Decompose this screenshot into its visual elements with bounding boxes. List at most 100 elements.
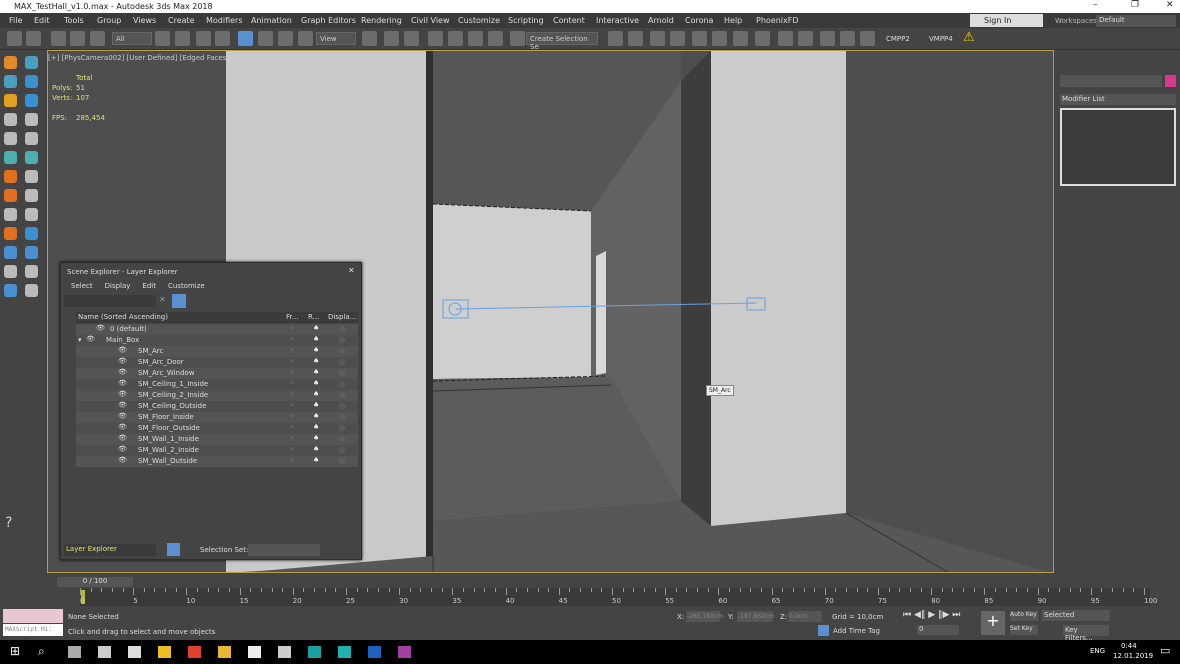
toolbar-tool-icon[interactable] xyxy=(51,31,66,46)
search-icon[interactable]: ⌕ xyxy=(38,644,45,659)
freeze-icon[interactable]: * xyxy=(290,358,294,366)
command-tool-icon[interactable] xyxy=(4,189,17,202)
taskbar-app-icon[interactable] xyxy=(278,646,291,658)
render-teapot-icon[interactable]: ♠ xyxy=(313,346,319,354)
clear-search-icon[interactable]: ✕ xyxy=(159,295,166,304)
toolbar-tool-icon[interactable] xyxy=(510,31,525,46)
language-indicator[interactable]: ENG xyxy=(1090,647,1105,655)
freeze-icon[interactable]: * xyxy=(290,391,294,399)
freeze-icon[interactable]: * xyxy=(290,402,294,410)
menu-edit[interactable]: Edit xyxy=(34,16,50,25)
render-teapot-icon[interactable]: ♠ xyxy=(313,390,319,398)
menu-animation[interactable]: Animation xyxy=(251,16,292,25)
visibility-eye-icon[interactable]: 👁 xyxy=(118,434,127,442)
display-icon[interactable]: ◎ xyxy=(339,369,345,377)
visibility-eye-icon[interactable]: 👁 xyxy=(118,412,127,420)
notifications-icon[interactable]: ▭ xyxy=(1160,644,1170,657)
toolbar-tool-icon[interactable] xyxy=(692,31,707,46)
taskbar-app-icon[interactable] xyxy=(218,646,231,658)
freeze-icon[interactable]: * xyxy=(290,457,294,465)
column-render[interactable]: R... xyxy=(308,313,319,321)
toolbar-tool-icon[interactable] xyxy=(468,31,483,46)
display-icon[interactable]: ◎ xyxy=(339,424,345,432)
menu-arnold[interactable]: Arnold xyxy=(648,16,674,25)
command-tool-icon[interactable] xyxy=(25,151,38,164)
layer-row[interactable]: 👁 SM_Ceiling_2_Inside * ♠ ◎ xyxy=(76,390,358,401)
command-tool-icon[interactable] xyxy=(4,113,17,126)
command-tool-icon[interactable] xyxy=(4,56,17,69)
named-selection-dropdown[interactable]: Create Selection Se xyxy=(526,32,598,51)
render-teapot-icon[interactable]: ♠ xyxy=(313,368,319,376)
key-filters-button[interactable]: Key Filters... xyxy=(1063,625,1109,642)
toolbar-tool-icon[interactable] xyxy=(448,31,463,46)
menu-interactive[interactable]: Interactive xyxy=(596,16,639,25)
taskbar-app-icon[interactable] xyxy=(98,646,111,658)
track-bar[interactable]: 0 5 10 15 20 25 30 35 40 45 50 55 60 65 70 75 80 85 90 95 10… xyxy=(80,588,1157,606)
minimize-button[interactable]: – xyxy=(1093,0,1098,10)
command-tool-icon[interactable] xyxy=(25,75,38,88)
explorer-menu-customize[interactable]: Customize xyxy=(168,282,205,290)
render-teapot-icon[interactable]: ♠ xyxy=(313,434,319,442)
taskbar-app-icon[interactable] xyxy=(368,646,381,658)
toolbar-tool-icon[interactable] xyxy=(798,31,813,46)
render-teapot-icon[interactable]: ♠ xyxy=(313,423,319,431)
reference-coordinate-dropdown[interactable]: View xyxy=(316,32,356,45)
restore-button[interactable]: ❐ xyxy=(1131,0,1139,10)
workspace-dropdown[interactable]: Default xyxy=(1096,15,1176,27)
command-tool-icon[interactable] xyxy=(25,246,38,259)
set-key-button[interactable]: Set Key xyxy=(1010,625,1038,635)
layer-row[interactable]: 👁 SM_Wall_1_Inside * ♠ ◎ xyxy=(76,434,358,445)
start-icon[interactable]: ⊞ xyxy=(10,644,20,658)
command-tool-icon[interactable] xyxy=(25,265,38,278)
taskbar-app-icon[interactable] xyxy=(188,646,201,658)
maxscript-mini-input[interactable]: MAXScript Mi: xyxy=(3,624,63,636)
layer-row[interactable]: 👁 SM_Wall_Outside * ♠ ◎ xyxy=(76,456,358,467)
freeze-icon[interactable]: * xyxy=(290,424,294,432)
layer-row[interactable]: 👁 SM_Floor_Inside * ♠ ◎ xyxy=(76,412,358,423)
command-tool-icon[interactable] xyxy=(25,227,38,240)
command-tool-icon[interactable] xyxy=(25,113,38,126)
display-icon[interactable]: ◎ xyxy=(339,325,345,333)
display-icon[interactable]: ◎ xyxy=(339,457,345,465)
explorer-menu-edit[interactable]: Edit xyxy=(142,282,156,290)
menu-civil-view[interactable]: Civil View xyxy=(411,16,450,25)
command-tool-icon[interactable] xyxy=(4,227,17,240)
render-teapot-icon[interactable]: ♠ xyxy=(313,401,319,409)
menu-customize[interactable]: Customize xyxy=(458,16,500,25)
toolbar-tool-icon[interactable] xyxy=(860,31,875,46)
visibility-eye-icon[interactable]: 👁 xyxy=(118,423,127,431)
freeze-icon[interactable]: * xyxy=(290,336,294,344)
selection-filter-dropdown[interactable]: All xyxy=(112,32,152,45)
display-icon[interactable]: ◎ xyxy=(339,435,345,443)
clock-time[interactable]: 0:44 xyxy=(1121,642,1137,650)
expand-arrow-icon[interactable]: ▾ xyxy=(78,336,82,344)
layer-row[interactable]: 👁 SM_Ceiling_Outside * ♠ ◎ xyxy=(76,401,358,412)
toolbar-tool-icon[interactable] xyxy=(70,31,85,46)
menu-corona[interactable]: Corona xyxy=(685,16,713,25)
menu-file[interactable]: File xyxy=(9,16,22,25)
set-key-icon[interactable]: + xyxy=(981,611,1005,635)
layer-explorer-icon[interactable] xyxy=(167,543,180,556)
clock-date[interactable]: 12.01.2019 xyxy=(1113,652,1153,660)
toolbar-tool-icon[interactable] xyxy=(26,31,41,46)
selection-set-dropdown[interactable] xyxy=(248,544,320,556)
command-tool-icon[interactable] xyxy=(4,94,17,107)
layer-row[interactable]: ▾ 👁 Main_Box * ♠ ◎ xyxy=(76,335,358,346)
toolbar-tool-icon[interactable] xyxy=(155,31,170,46)
toolbar-tool-icon[interactable] xyxy=(90,31,105,46)
explorer-search-input[interactable] xyxy=(64,295,156,307)
command-tool-icon[interactable] xyxy=(4,284,17,297)
command-tool-icon[interactable] xyxy=(25,94,38,107)
freeze-icon[interactable]: * xyxy=(290,369,294,377)
command-tool-icon[interactable] xyxy=(25,189,38,202)
menu-group[interactable]: Group xyxy=(97,16,121,25)
toolbar-tool-icon[interactable] xyxy=(7,31,22,46)
visibility-eye-icon[interactable]: 👁 xyxy=(118,368,127,376)
display-icon[interactable]: ◎ xyxy=(339,391,345,399)
cmpp2-button[interactable]: CMPP2 xyxy=(886,35,910,43)
command-tool-icon[interactable] xyxy=(25,284,38,297)
toolbar-tool-icon[interactable] xyxy=(384,31,399,46)
toolbar-tool-icon[interactable] xyxy=(362,31,377,46)
toolbar-tool-icon[interactable] xyxy=(238,31,253,46)
toolbar-tool-icon[interactable] xyxy=(670,31,685,46)
